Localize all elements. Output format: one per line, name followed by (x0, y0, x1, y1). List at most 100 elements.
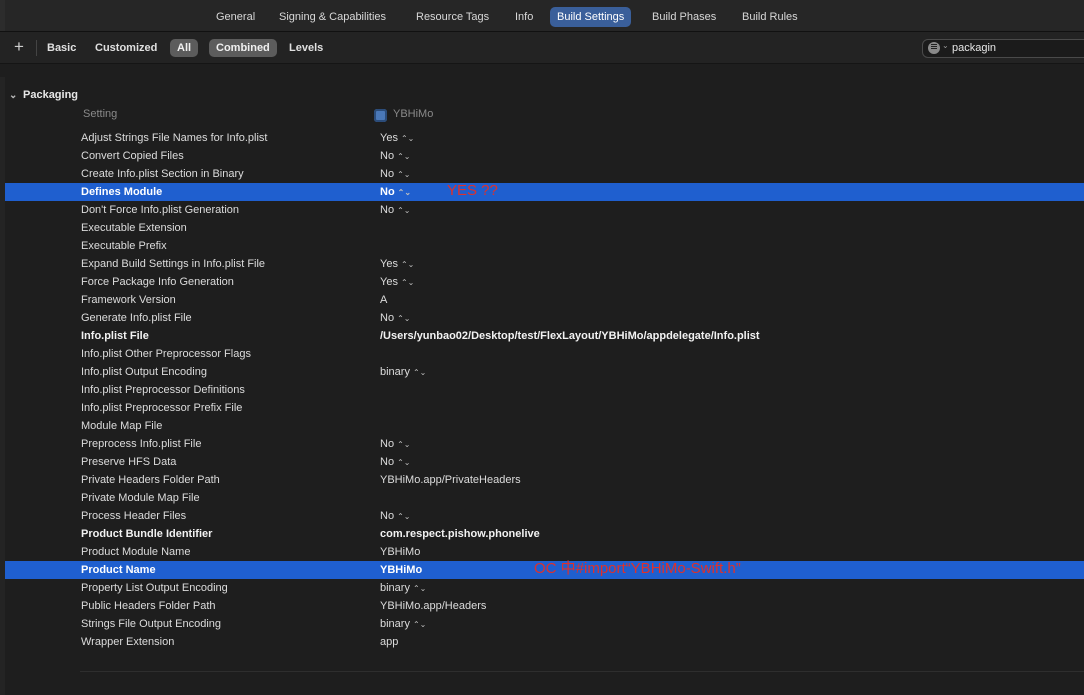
setting-name: Don't Force Info.plist Generation (81, 204, 240, 216)
setting-name: Info.plist File (81, 330, 149, 342)
setting-name: Executable Prefix (81, 240, 167, 252)
setting-value[interactable]: app (380, 633, 398, 651)
setting-name: Info.plist Other Preprocessor Flags (81, 348, 251, 360)
setting-name: Info.plist Preprocessor Prefix File (81, 402, 243, 414)
filter-icon[interactable] (928, 42, 940, 54)
section-title: Packaging (23, 89, 79, 101)
setting-value[interactable]: Yes ⌃⌄ (380, 273, 414, 292)
setting-row[interactable]: Generate Info.plist File No ⌃⌄ (5, 309, 1084, 327)
annotation-note: OC 中#import“YBHiMo-Swift.h” (534, 560, 741, 577)
setting-value[interactable]: YBHiMo.app/Headers (380, 597, 486, 615)
setting-row[interactable]: Info.plist Output Encoding binary ⌃⌄ (5, 363, 1084, 381)
setting-row[interactable]: Product Name YBHiMo OC 中#import“YBHiMo-Swi… (5, 560, 1084, 579)
tab-general[interactable]: General (209, 7, 262, 27)
setting-value[interactable]: No ⌃⌄ (380, 309, 410, 328)
setting-row[interactable]: Info.plist Other Preprocessor Flags (5, 345, 1084, 363)
setting-value[interactable]: YBHiMo.app/PrivateHeaders (380, 471, 521, 489)
setting-value[interactable]: No ⌃⌄ (380, 201, 410, 220)
view-levels[interactable]: Levels (282, 39, 330, 57)
tab-build-phases[interactable]: Build Phases (645, 7, 723, 27)
setting-value[interactable]: A (380, 291, 387, 309)
setting-value[interactable]: No ⌃⌄ (380, 453, 410, 472)
setting-row[interactable]: Adjust Strings File Names for Info.plist… (5, 129, 1084, 147)
filter-customized[interactable]: Customized (88, 39, 164, 57)
tab-signing-capabilities[interactable]: Signing & Capabilities (272, 7, 393, 27)
setting-row[interactable]: Create Info.plist Section in Binary No ⌃⌄ (5, 165, 1084, 183)
setting-row[interactable]: Info.plist Preprocessor Prefix File (5, 399, 1084, 417)
view-combined[interactable]: Combined (209, 39, 277, 57)
setting-row[interactable]: Executable Prefix (5, 237, 1084, 255)
setting-value[interactable]: No ⌃⌄ (380, 147, 410, 166)
setting-value[interactable]: Yes ⌃⌄ (380, 255, 414, 274)
setting-value-text: com.respect.pishow.phonelive (380, 528, 540, 540)
setting-row[interactable]: Preserve HFS Data No ⌃⌄ (5, 453, 1084, 471)
chevron-down-icon[interactable]: ⌄ (942, 41, 949, 50)
filter-basic[interactable]: Basic (40, 39, 83, 57)
setting-name: Product Module Name (81, 546, 191, 558)
setting-row[interactable]: Module Map File (5, 417, 1084, 435)
setting-row[interactable]: Convert Copied Files No ⌃⌄ (5, 147, 1084, 165)
disclosure-chevron-icon[interactable]: ⌄ (9, 90, 17, 101)
setting-name: Expand Build Settings in Info.plist File (81, 258, 266, 270)
setting-row[interactable]: Process Header Files No ⌃⌄ (5, 507, 1084, 525)
setting-row[interactable]: Private Headers Folder Path YBHiMo.app/Pr… (5, 471, 1084, 489)
stepper-chevron-icon[interactable]: ⌃⌄ (397, 440, 410, 449)
setting-row[interactable]: Public Headers Folder Path YBHiMo.app/Hea… (5, 597, 1084, 615)
search-field[interactable]: ⌄ packagin (922, 39, 1084, 58)
stepper-chevron-icon[interactable]: ⌃⌄ (397, 314, 410, 323)
stepper-chevron-icon[interactable]: ⌃⌄ (397, 206, 410, 215)
setting-row[interactable]: Executable Extension (5, 219, 1084, 237)
setting-value[interactable]: No ⌃⌄ (380, 165, 410, 184)
stepper-chevron-icon[interactable]: ⌃⌄ (398, 188, 411, 197)
stepper-chevron-icon[interactable]: ⌃⌄ (397, 152, 410, 161)
setting-row[interactable]: Product Module Name YBHiMo (5, 543, 1084, 561)
section-packaging[interactable]: ⌄ Packaging (5, 87, 1084, 105)
setting-value[interactable]: YBHiMo (380, 543, 420, 561)
setting-row[interactable]: Wrapper Extension app (5, 633, 1084, 651)
setting-value[interactable]: binary ⌃⌄ (380, 615, 426, 634)
filter-all[interactable]: All (170, 39, 199, 57)
stepper-chevron-icon[interactable]: ⌃⌄ (413, 584, 426, 593)
setting-name: Create Info.plist Section in Binary (81, 168, 244, 180)
setting-value[interactable]: No ⌃⌄ (380, 183, 411, 202)
tab-info[interactable]: Info (508, 7, 540, 27)
setting-row[interactable]: Defines Module No ⌃⌄ YES ?? (5, 182, 1084, 202)
setting-value-text: YBHiMo (380, 564, 423, 576)
stepper-chevron-icon[interactable]: ⌃⌄ (401, 260, 414, 269)
setting-row[interactable]: Preprocess Info.plist File No ⌃⌄ (5, 435, 1084, 453)
tab-build-rules[interactable]: Build Rules (735, 7, 805, 27)
setting-row[interactable]: Strings File Output Encoding binary ⌃⌄ (5, 615, 1084, 633)
setting-row[interactable]: Expand Build Settings in Info.plist File… (5, 255, 1084, 273)
setting-value[interactable]: /Users/yunbao02/Desktop/test/FlexLayout/… (380, 327, 760, 345)
setting-name: Force Package Info Generation (81, 276, 234, 288)
stepper-chevron-icon[interactable]: ⌃⌄ (397, 512, 410, 521)
add-setting-button[interactable]: + (12, 37, 26, 57)
setting-row[interactable]: Property List Output Encoding binary ⌃⌄ (5, 579, 1084, 597)
setting-row[interactable]: Info.plist File/Users/yunbao02/Desktop/t… (5, 327, 1084, 345)
setting-row[interactable]: Force Package Info Generation Yes ⌃⌄ (5, 273, 1084, 291)
setting-value[interactable]: com.respect.pishow.phonelive (380, 525, 540, 543)
setting-value[interactable]: binary ⌃⌄ (380, 363, 426, 382)
setting-row[interactable]: Info.plist Preprocessor Definitions (5, 381, 1084, 399)
stepper-chevron-icon[interactable]: ⌃⌄ (397, 170, 410, 179)
search-input[interactable]: packagin (952, 42, 996, 54)
tab-build-settings[interactable]: Build Settings (550, 7, 632, 27)
setting-row[interactable]: Product Bundle Identifier com.respect.pis… (5, 525, 1084, 543)
setting-value-text: binary (380, 582, 410, 594)
setting-row[interactable]: Private Module Map File (5, 489, 1084, 507)
setting-value[interactable]: No ⌃⌄ (380, 435, 410, 454)
setting-name: Convert Copied Files (81, 150, 184, 162)
setting-row[interactable]: Framework Version A (5, 291, 1084, 309)
stepper-chevron-icon[interactable]: ⌃⌄ (397, 458, 410, 467)
stepper-chevron-icon[interactable]: ⌃⌄ (401, 278, 414, 287)
setting-value[interactable]: Yes ⌃⌄ (380, 129, 414, 148)
setting-row[interactable]: Don't Force Info.plist Generation No ⌃⌄ (5, 201, 1084, 219)
setting-name: Adjust Strings File Names for Info.plist (81, 132, 268, 144)
tab-resource-tags[interactable]: Resource Tags (409, 7, 496, 27)
setting-value[interactable]: YBHiMo (380, 561, 422, 579)
stepper-chevron-icon[interactable]: ⌃⌄ (413, 620, 426, 629)
setting-value[interactable]: No ⌃⌄ (380, 507, 410, 526)
setting-value[interactable]: binary ⌃⌄ (380, 579, 426, 598)
stepper-chevron-icon[interactable]: ⌃⌄ (401, 134, 414, 143)
stepper-chevron-icon[interactable]: ⌃⌄ (413, 368, 426, 377)
